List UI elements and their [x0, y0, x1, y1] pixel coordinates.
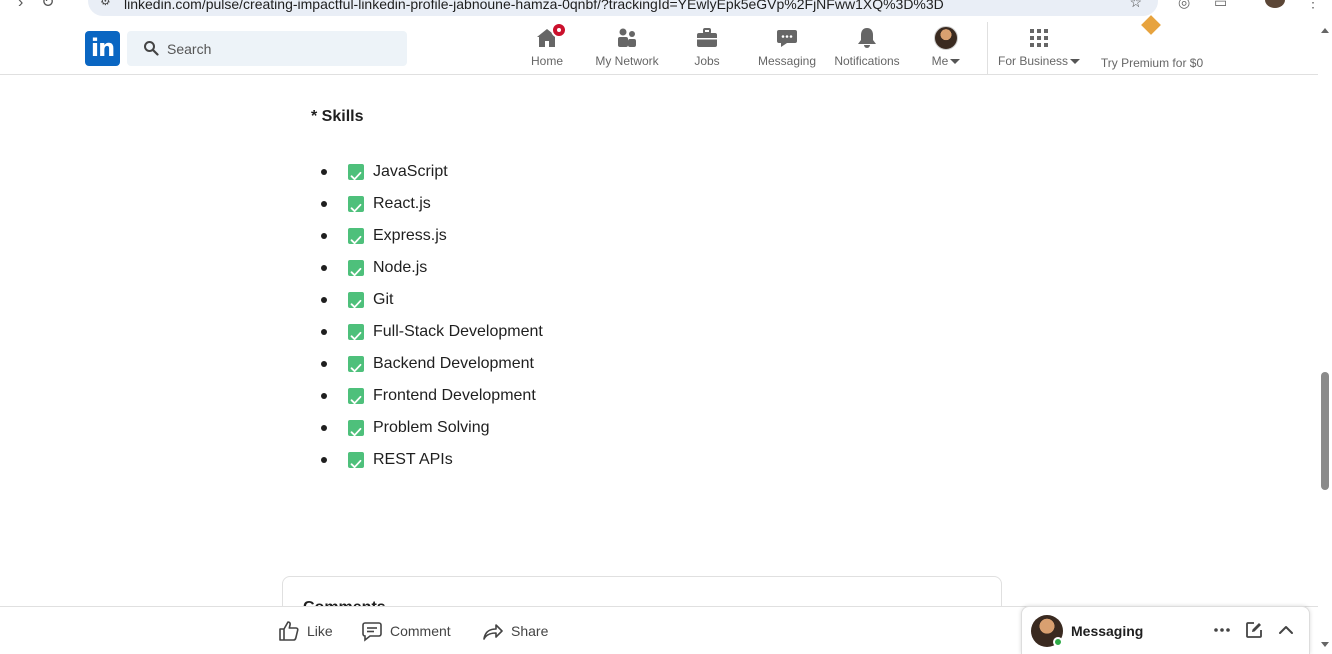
bullet-point	[321, 201, 327, 207]
nav-me[interactable]: Me	[928, 26, 964, 74]
bullet-point	[321, 265, 327, 271]
nav-label-wrap: For Business	[998, 54, 1081, 68]
home-icon	[535, 22, 567, 50]
grid-icon	[1027, 26, 1051, 50]
nav-label: Home	[530, 54, 563, 68]
browser-menu-icon[interactable]: ⋮	[1306, 0, 1320, 11]
checkmark-icon	[348, 228, 364, 245]
nav-label: My Network	[595, 54, 659, 68]
skill-text: Problem Solving	[373, 419, 490, 436]
bullet-point	[321, 233, 327, 239]
messaging-widget[interactable]: Messaging	[1021, 606, 1310, 654]
checkmark-icon	[348, 356, 364, 373]
skill-text: Full-Stack Development	[373, 323, 543, 340]
linkedin-top-nav: in Home My Network Jobs Messaging Notifi	[0, 22, 1318, 75]
comment-button[interactable]: Comment	[360, 619, 451, 643]
scroll-down-arrow-icon[interactable]	[1321, 642, 1329, 647]
bullet-point	[321, 425, 327, 431]
page-scrollbar[interactable]	[1318, 22, 1332, 654]
checkmark-icon	[348, 388, 364, 405]
share-icon	[483, 624, 503, 640]
online-status-dot	[1053, 637, 1063, 647]
comment-label: Comment	[390, 623, 451, 639]
bullet-point	[321, 297, 327, 303]
bookmark-star-icon[interactable]: ☆	[1129, 0, 1142, 11]
checkmark-icon	[348, 196, 364, 213]
thumbs-up-icon	[279, 621, 299, 641]
article-body: * Skills JavaScript React.js Express.js Nod…	[282, 75, 1002, 606]
nav-label: Messaging	[757, 54, 817, 68]
more-options-icon[interactable]	[1212, 620, 1232, 640]
nav-notifications[interactable]: Notifications	[832, 26, 902, 74]
extension-icon[interactable]: ◎	[1178, 0, 1190, 11]
section-heading: * Skills	[311, 108, 364, 125]
search-icon	[144, 41, 159, 56]
nav-label: Me	[931, 54, 949, 68]
skill-text: Git	[373, 291, 394, 308]
notification-badge	[551, 22, 567, 38]
browser-profile-avatar[interactable]	[1265, 0, 1285, 8]
checkmark-icon	[348, 164, 364, 181]
checkmark-icon	[348, 420, 364, 437]
caret-down-icon	[1070, 59, 1081, 65]
skill-text: REST APIs	[373, 451, 453, 468]
address-bar[interactable]: ⚙ linkedin.com/pulse/creating-impactful-…	[88, 0, 1158, 16]
checkmark-icon	[348, 324, 364, 341]
skill-text: Node.js	[373, 259, 428, 276]
skill-text: React.js	[373, 195, 431, 212]
bullet-point	[321, 393, 327, 399]
bullet-point	[321, 457, 327, 463]
like-button[interactable]: Like	[277, 619, 333, 643]
checkmark-icon	[348, 292, 364, 309]
bullet-point	[321, 169, 327, 175]
nav-divider	[987, 22, 988, 74]
linkedin-logo[interactable]: in	[85, 31, 120, 66]
skill-text: Backend Development	[373, 355, 534, 372]
bullet-point	[321, 361, 327, 367]
skill-text: Frontend Development	[373, 387, 536, 404]
nav-label: Jobs	[694, 54, 720, 68]
chat-icon	[775, 26, 799, 50]
bullet-point	[321, 329, 327, 335]
search-input[interactable]	[167, 31, 397, 66]
skill-text: JavaScript	[373, 163, 448, 180]
compose-icon[interactable]	[1244, 620, 1264, 640]
nav-home[interactable]: Home	[527, 22, 567, 74]
nav-label: Notifications	[834, 54, 900, 68]
checkmark-icon	[348, 452, 364, 469]
nav-for-business[interactable]: For Business	[998, 26, 1081, 74]
checkmark-icon	[348, 260, 364, 277]
nav-label: For Business	[998, 54, 1069, 68]
skill-text: Express.js	[373, 227, 447, 244]
avatar	[934, 26, 958, 50]
nav-my-network[interactable]: My Network	[593, 26, 661, 74]
browser-toolbar: › ↻ ⚙ linkedin.com/pulse/creating-impact…	[0, 0, 1332, 22]
messaging-widget-title: Messaging	[1071, 623, 1144, 639]
share-label: Share	[511, 623, 549, 639]
nav-label-wrap: Me	[928, 54, 964, 68]
search-box[interactable]	[127, 31, 407, 66]
scrollbar-thumb[interactable]	[1321, 372, 1329, 490]
browser-nav-icon[interactable]: › ↻	[18, 0, 55, 12]
briefcase-icon	[695, 26, 719, 50]
network-icon	[615, 26, 639, 50]
scroll-up-arrow-icon[interactable]	[1321, 28, 1329, 33]
downloads-icon[interactable]: ▭	[1214, 0, 1227, 11]
comment-icon	[362, 622, 382, 642]
nav-label: Try Premium for $0	[1100, 56, 1204, 70]
nav-try-premium[interactable]: Try Premium for $0	[1098, 26, 1206, 74]
bell-icon	[855, 26, 879, 50]
share-button[interactable]: Share	[481, 619, 548, 643]
nav-jobs[interactable]: Jobs	[689, 26, 725, 74]
premium-icon	[1140, 26, 1164, 50]
url-text: linkedin.com/pulse/creating-impactful-li…	[124, 0, 944, 12]
caret-down-icon	[950, 59, 961, 65]
nav-messaging[interactable]: Messaging	[756, 26, 818, 74]
like-label: Like	[307, 623, 333, 639]
chevron-up-icon[interactable]	[1276, 620, 1296, 640]
site-info-icon[interactable]: ⚙	[100, 0, 111, 8]
